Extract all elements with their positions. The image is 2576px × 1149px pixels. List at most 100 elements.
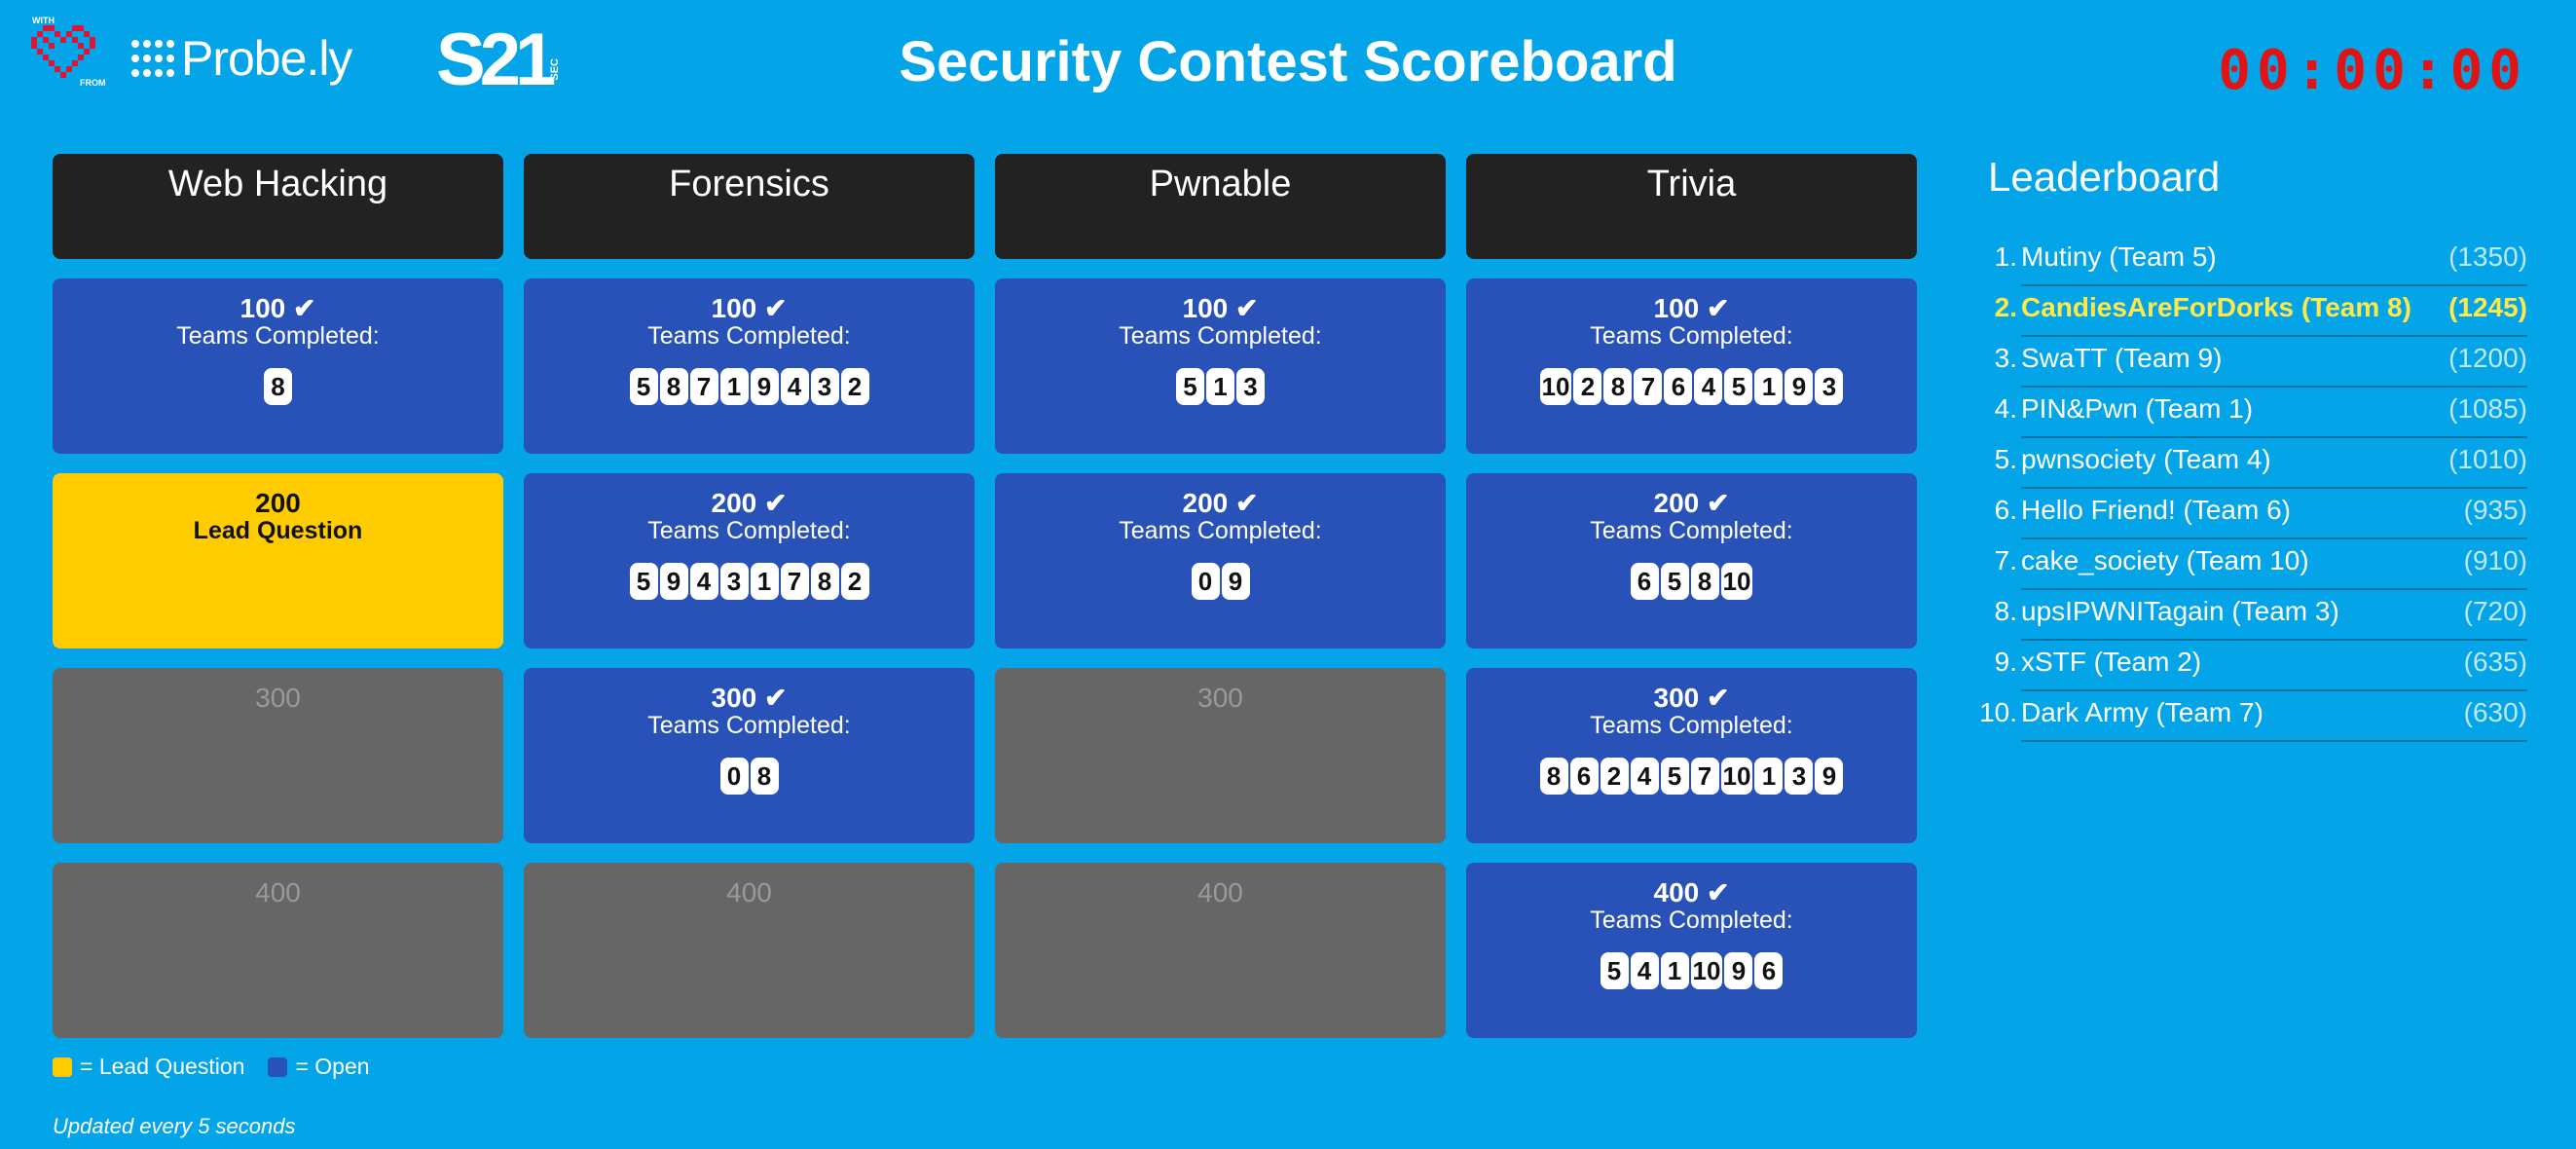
leaderboard-team-name: xSTF (Team 2) [2021,647,2202,677]
team-badge: 5 [1660,563,1689,600]
team-badge: 1 [1206,368,1234,405]
question-cell-open[interactable]: 100 ✔ Teams Completed: 10 2 8 7 6 4 5 1 9 3 [1466,278,1917,454]
leaderboard-team-name: Mutiny (Team 5) [2021,241,2217,272]
header: WITH FROM Probe.ly S21 SEC Security Cont… [0,0,2576,136]
leaderboard-rank: 10. [1979,697,2017,727]
team-badge: 9 [1221,563,1250,600]
leaderboard-entry: CandiesAreForDorks (Team 8) (1245) [2021,290,2527,337]
team-badge: 9 [659,563,688,600]
leaderboard-list: 1. Mutiny (Team 5) (1350) 2. CandiesAreForDo… [1967,240,2527,746]
leaderboard-entry: SwaTT (Team 9) (1200) [2021,341,2527,388]
team-badge: 2 [840,368,869,405]
leaderboard-rank: 5. [1994,444,2017,474]
team-badge: 10 [1720,563,1753,600]
team-badge: 10 [1720,758,1753,795]
team-badge: 3 [1815,368,1844,405]
question-cell-open[interactable]: 100 ✔ Teams Completed: 5 8 7 1 9 4 3 2 [524,278,975,454]
teams-completed-list: 08 [524,758,975,795]
teams-completed-list: 5 4 1 10 9 6 [1466,952,1917,989]
category-header: Trivia [1466,154,1917,259]
team-badge: 2 [1600,758,1629,795]
leaderboard-title: Leaderboard [1988,154,2221,200]
team-badge: 9 [1785,368,1814,405]
question-points: 400 [255,877,301,908]
team-badge: 8 [1603,368,1633,405]
leaderboard-row: 6. Hello Friend! (Team 6) (935) [1967,493,2527,543]
leaderboard-team-name: SwaTT (Team 9) [2021,343,2223,373]
leaderboard-entry: Dark Army (Team 7) (630) [2021,695,2527,742]
team-badge: 3 [1785,758,1814,795]
leaderboard-score: (1200) [2448,343,2527,373]
leaderboard-rank: 2. [1994,292,2017,322]
legend-lead: = Lead Question [53,1054,244,1080]
question-status-label: Teams Completed: [647,517,851,544]
leaderboard-row: 3. SwaTT (Team 9) (1200) [1967,341,2527,391]
leaderboard-team-name: Hello Friend! (Team 6) [2021,495,2291,525]
question-status-label: Teams Completed: [1590,907,1793,934]
team-badge: 9 [750,368,779,405]
teams-completed-list: 6 5 8 10 [1466,563,1917,600]
team-badge: 5 [629,563,658,600]
team-badge: 8 [1690,563,1719,600]
question-points: 200 ✔ [711,488,788,518]
legend-open-label: = Open [295,1054,370,1079]
question-cell-open[interactable]: 100 ✔ Teams Completed: 5 1 3 [995,278,1446,454]
team-badge: 6 [1630,563,1659,600]
update-note: Updated every 5 seconds [53,1114,296,1138]
leaderboard-score: (1085) [2448,393,2527,424]
leaderboard-entry: pwnsociety (Team 4) (1010) [2021,442,2527,489]
leaderboard-team-name: Dark Army (Team 7) [2021,697,2263,727]
leaderboard-entry: upsIPWNITagain (Team 3) (720) [2021,594,2527,641]
team-badge: 8 [264,368,292,405]
team-badge: 1 [1660,952,1689,989]
leaderboard-entry: xSTF (Team 2) (635) [2021,645,2527,691]
leaderboard-score: (1350) [2448,241,2527,272]
leaderboard-score: (630) [2463,697,2527,727]
question-cell-open[interactable]: 300 ✔ Teams Completed: 0 8 [524,668,975,843]
question-cell-open[interactable]: 300 ✔ Teams Completed: 8 6 2 4 5 7 10 1 3 9 [1466,668,1917,843]
team-badge: 5 [1660,758,1689,795]
teams-completed-list: 8 6 2 4 5 7 10 1 3 9 [1466,758,1917,795]
question-cell-open[interactable]: 200 ✔ Teams Completed: 6 5 8 10 [1466,473,1917,649]
question-points: 100 ✔ [711,293,788,323]
legend-lead-label: = Lead Question [80,1054,245,1079]
leaderboard-team-name: upsIPWNITagain (Team 3) [2021,596,2339,626]
question-cell-open[interactable]: 400 ✔ Teams Completed: 5 4 1 10 9 6 [1466,863,1917,1038]
question-points: 200 ✔ [1653,488,1730,518]
question-points: 400 ✔ [1653,877,1730,908]
team-badge: 10 [1539,368,1572,405]
team-badge: 10 [1690,952,1723,989]
leaderboard-rank: 6. [1994,495,2017,525]
leaderboard-rank: 4. [1994,393,2017,424]
leaderboard-team-name: PIN&Pwn (Team 1) [2021,393,2254,424]
question-cell-open[interactable]: 100 ✔ Teams Completed: 8 [53,278,503,454]
team-badge: 3 [719,563,749,600]
question-points: 300 ✔ [711,683,788,713]
question-cell-open[interactable]: 200 ✔ Teams Completed: 5 9 4 3 1 7 8 2 [524,473,975,649]
question-cell-open[interactable]: 200 ✔ Teams Completed: 0 9 [995,473,1446,649]
leaderboard-team-name: cake_society (Team 10) [2021,545,2309,575]
question-cell-lead[interactable]: 200 Lead Question [53,473,503,649]
teams-completed-list: 58719432 [524,368,975,405]
team-badge: 2 [840,563,869,600]
legend: = Lead Question = Open [53,1054,393,1080]
leaderboard-score: (635) [2463,647,2527,677]
team-badge: 3 [1236,368,1265,405]
leaderboard-entry: Mutiny (Team 5) (1350) [2021,240,2527,286]
category-header: Web Hacking [53,154,503,259]
team-badge: 4 [1630,952,1659,989]
legend-open: = Open [268,1054,370,1080]
team-badge: 4 [1630,758,1659,795]
team-badge: 8 [1539,758,1568,795]
question-cell-locked: 400 [524,863,975,1038]
team-badge: 8 [659,368,688,405]
question-status-label: Teams Completed: [647,322,851,350]
question-points: 100 ✔ [1653,293,1730,323]
question-status-label: Lead Question [193,517,363,544]
leaderboard-row: 4. PIN&Pwn (Team 1) (1085) [1967,391,2527,442]
category-header: Forensics [524,154,975,259]
question-cell-locked: 300 [53,668,503,843]
question-points: 300 ✔ [1653,683,1730,713]
leaderboard-team-name: CandiesAreForDorks (Team 8) [2021,292,2411,322]
leaderboard-row: 10. Dark Army (Team 7) (630) [1967,695,2527,746]
